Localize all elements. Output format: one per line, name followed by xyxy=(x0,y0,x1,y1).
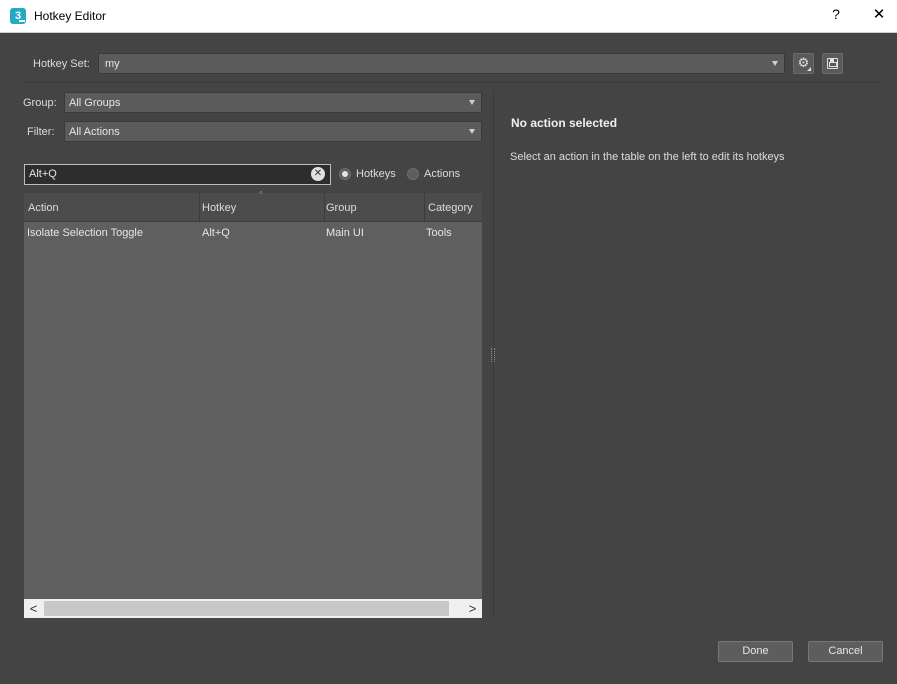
hotkey-set-value: my xyxy=(105,58,120,70)
save-hotkey-set-button[interactable] xyxy=(822,53,843,74)
done-button[interactable]: Done xyxy=(718,641,793,662)
cell-action: Isolate Selection Toggle xyxy=(27,227,143,239)
actions-table: Action Hotkey Group Category ^ Isolate S… xyxy=(24,190,482,618)
clear-search-icon[interactable]: ✕ xyxy=(311,167,325,181)
column-header-category[interactable]: Category xyxy=(424,193,482,222)
radio-indicator xyxy=(407,168,419,180)
scroll-left-icon[interactable]: < xyxy=(24,599,43,618)
window-title: Hotkey Editor xyxy=(34,9,107,23)
cell-category: Tools xyxy=(426,227,452,239)
radio-hotkeys-label: Hotkeys xyxy=(356,168,396,180)
detail-description: Select an action in the table on the lef… xyxy=(510,151,785,163)
hotkey-set-options-button[interactable]: ⚙ xyxy=(793,53,814,74)
scrollbar-thumb[interactable] xyxy=(44,601,449,616)
group-value: All Groups xyxy=(69,97,121,109)
chevron-down-icon xyxy=(469,100,475,105)
radio-indicator xyxy=(339,168,351,180)
search-input[interactable] xyxy=(29,168,299,180)
save-icon xyxy=(827,58,838,69)
hotkey-set-dropdown[interactable]: my xyxy=(98,53,785,74)
help-button[interactable]: ? xyxy=(829,6,843,22)
filter-dropdown[interactable]: All Actions xyxy=(64,121,482,142)
detail-title: No action selected xyxy=(511,116,618,130)
column-header-group[interactable]: Group xyxy=(322,193,425,222)
title-bar: 3 Hotkey Editor ? ✕ xyxy=(0,0,897,33)
cell-group: Main UI xyxy=(326,227,364,239)
search-field[interactable]: ✕ xyxy=(24,164,331,185)
sort-indicator-icon: ^ xyxy=(259,190,263,199)
filter-label: Filter: xyxy=(27,126,55,138)
filter-value: All Actions xyxy=(69,126,120,138)
group-label: Group: xyxy=(23,97,57,109)
close-button[interactable]: ✕ xyxy=(870,5,888,23)
corner-triangle-icon xyxy=(807,67,811,71)
cancel-button[interactable]: Cancel xyxy=(808,641,883,662)
app-icon: 3 xyxy=(10,8,26,24)
header-divider xyxy=(25,82,882,83)
chevron-down-icon xyxy=(469,129,475,134)
radio-actions-label: Actions xyxy=(424,168,461,180)
horizontal-scrollbar[interactable]: < > xyxy=(24,599,482,618)
column-header-action[interactable]: Action xyxy=(24,193,200,222)
chevron-down-icon xyxy=(772,61,778,66)
cell-hotkey: Alt+Q xyxy=(202,227,230,239)
group-dropdown[interactable]: All Groups xyxy=(64,92,482,113)
table-row[interactable]: Isolate Selection Toggle Alt+Q Main UI T… xyxy=(24,223,482,243)
scroll-right-icon[interactable]: > xyxy=(463,599,482,618)
hotkey-set-label: Hotkey Set: xyxy=(33,58,90,70)
table-header: Action Hotkey Group Category ^ xyxy=(24,190,482,222)
splitter-handle[interactable] xyxy=(491,348,495,362)
